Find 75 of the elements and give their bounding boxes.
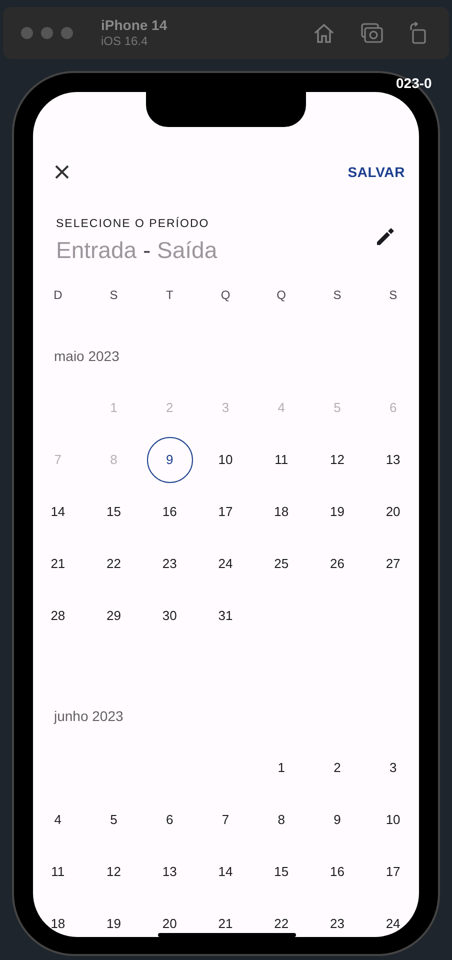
calendar-day[interactable]: 21 — [42, 554, 73, 574]
device-name: iPhone 14 — [101, 17, 168, 33]
calendar-day[interactable]: 11 — [42, 862, 73, 882]
pencil-icon[interactable] — [375, 227, 395, 247]
calendar-day[interactable]: 14 — [42, 502, 73, 522]
calendar-day: 8 — [98, 450, 129, 470]
calendar-day[interactable]: 4 — [42, 810, 73, 830]
subtitle: SELECIONE O PERÍODO — [56, 216, 210, 232]
weekday-label: T — [166, 287, 174, 304]
save-button[interactable]: SALVAR — [348, 162, 405, 182]
range-text: Entrada - Saída — [56, 236, 218, 264]
calendar-day[interactable]: 9 — [322, 810, 352, 830]
calendar-day: 1 — [98, 398, 129, 418]
calendar-day[interactable]: 22 — [98, 554, 129, 574]
calendar-day[interactable]: 5 — [98, 810, 129, 830]
calendar-day[interactable]: 25 — [266, 554, 296, 574]
calendar-day[interactable]: 28 — [42, 606, 73, 626]
calendar-day[interactable]: 31 — [210, 606, 240, 626]
calendar-day[interactable]: 27 — [378, 554, 408, 574]
calendar-day[interactable]: 14 — [210, 862, 240, 882]
calendar-day[interactable]: 29 — [98, 606, 129, 626]
calendar-day[interactable]: 10 — [378, 810, 408, 830]
calendar-day[interactable]: 21 — [210, 914, 240, 934]
calendar-day[interactable]: 15 — [98, 502, 129, 522]
weekday-label: S — [110, 287, 118, 304]
calendar-day[interactable]: 17 — [210, 502, 240, 522]
calendar-day: 7 — [42, 450, 73, 470]
calendar-day[interactable]: 6 — [154, 810, 185, 830]
month-label: junho 2023 — [54, 706, 124, 726]
calendar-day[interactable]: 24 — [378, 914, 408, 934]
calendar-day[interactable]: 12 — [98, 862, 129, 882]
calendar-day[interactable]: 1 — [266, 758, 296, 778]
calendar-day: 6 — [378, 398, 408, 418]
home-icon[interactable] — [313, 22, 335, 44]
calendar-day[interactable]: 23 — [322, 914, 352, 934]
weekday-label: D — [54, 287, 62, 304]
calendar-day[interactable]: 10 — [210, 450, 240, 470]
calendar-day[interactable]: 16 — [322, 862, 352, 882]
calendar-day[interactable]: 20 — [154, 914, 185, 934]
calendar-day: 2 — [154, 398, 185, 418]
calendar-day[interactable]: 20 — [378, 502, 408, 522]
calendar-day[interactable]: 24 — [210, 554, 240, 574]
os-version: iOS 16.4 — [101, 33, 149, 49]
calendar-day: 4 — [266, 398, 296, 418]
rotate-icon[interactable] — [409, 22, 427, 44]
calendar-day[interactable]: 17 — [378, 862, 408, 882]
close-icon — [54, 164, 70, 180]
calendar-day[interactable]: 11 — [266, 450, 296, 470]
calendar-day[interactable]: 30 — [154, 606, 185, 626]
weekday-label: Q — [220, 287, 230, 304]
calendar-day[interactable]: 12 — [322, 450, 352, 470]
calendar-day[interactable]: 7 — [210, 810, 240, 830]
weekday-label: Q — [276, 287, 286, 304]
calendar-day[interactable]: 23 — [154, 554, 185, 574]
calendar-day[interactable]: 19 — [322, 502, 352, 522]
background-text: 023-0 — [396, 75, 432, 91]
calendar-day[interactable]: 3 — [378, 758, 408, 778]
calendar-day[interactable]: 15 — [266, 862, 296, 882]
calendar-day[interactable]: 26 — [322, 554, 352, 574]
weekday-label: S — [333, 287, 342, 304]
calendar-day[interactable]: 13 — [378, 450, 408, 470]
calendar-day[interactable]: 13 — [154, 862, 185, 882]
camera-icon[interactable] — [361, 22, 383, 44]
calendar-day[interactable]: 16 — [154, 502, 185, 522]
month-label: maio 2023 — [54, 346, 120, 366]
calendar-day[interactable]: 2 — [322, 758, 352, 778]
calendar-day: 5 — [322, 398, 352, 418]
calendar-day[interactable]: 18 — [42, 914, 73, 934]
calendar-day[interactable]: 18 — [266, 502, 296, 522]
calendar-day[interactable]: 22 — [266, 914, 296, 934]
calendar-day[interactable]: 8 — [266, 810, 296, 830]
calendar-day: 3 — [210, 398, 240, 418]
today-day[interactable]: 9 — [146, 437, 193, 483]
calendar-day[interactable]: 19 — [98, 914, 129, 934]
weekday-label: S — [389, 287, 398, 304]
